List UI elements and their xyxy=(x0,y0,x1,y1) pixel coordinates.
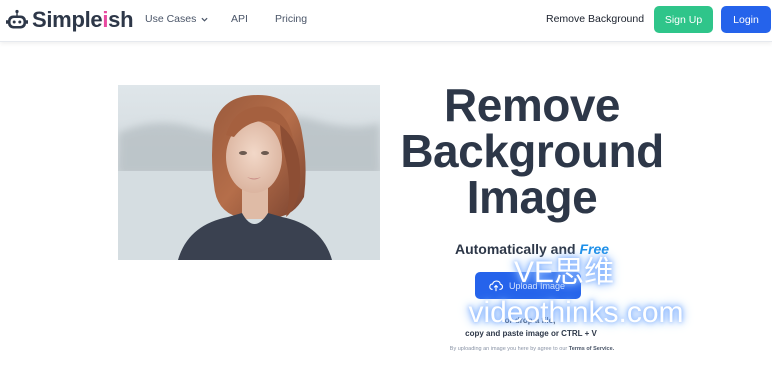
hero-photo xyxy=(118,85,380,260)
login-button[interactable]: Login xyxy=(721,6,771,33)
terms-notice: By uploading an image you here by agree … xyxy=(406,346,658,352)
top-navbar: Simpleish Use Cases API Pricing Remove B… xyxy=(0,0,772,42)
drop-file-text: or drop a file, xyxy=(504,316,556,325)
upload-image-label: Upload Image xyxy=(509,280,566,291)
hero-title-line-1: Remove xyxy=(444,79,620,131)
robot-logo-icon xyxy=(6,9,28,29)
hero-title: Remove Background Image xyxy=(394,82,670,220)
cloud-upload-icon xyxy=(489,279,503,291)
nav-pricing[interactable]: Pricing xyxy=(275,13,307,25)
nav-api[interactable]: API xyxy=(231,13,248,25)
terms-of-service-link[interactable]: Terms of Service. xyxy=(569,346,614,352)
nav-use-cases-label: Use Cases xyxy=(145,13,197,25)
chevron-down-icon xyxy=(201,17,208,22)
logo[interactable]: Simpleish xyxy=(6,6,134,34)
nav-remove-background[interactable]: Remove Background xyxy=(546,13,644,25)
hero-subtitle: Automatically and Free xyxy=(420,241,644,257)
woman-portrait-image xyxy=(118,85,380,260)
logo-text: Simpleish xyxy=(32,7,134,32)
hero-title-line-3: Image xyxy=(466,171,598,223)
subtitle-prefix: Automatically and xyxy=(454,241,576,257)
nav-use-cases[interactable]: Use Cases xyxy=(145,13,208,25)
subtitle-free: Free xyxy=(579,241,610,257)
paste-instructions-text: copy and paste image or CTRL + V xyxy=(465,329,597,338)
terms-prefix: By uploading an image you here by agree … xyxy=(449,346,568,352)
upload-image-button[interactable]: Upload Image xyxy=(475,272,581,299)
sign-up-button[interactable]: Sign Up xyxy=(654,6,713,33)
hero-title-line-2: Background xyxy=(400,125,664,177)
